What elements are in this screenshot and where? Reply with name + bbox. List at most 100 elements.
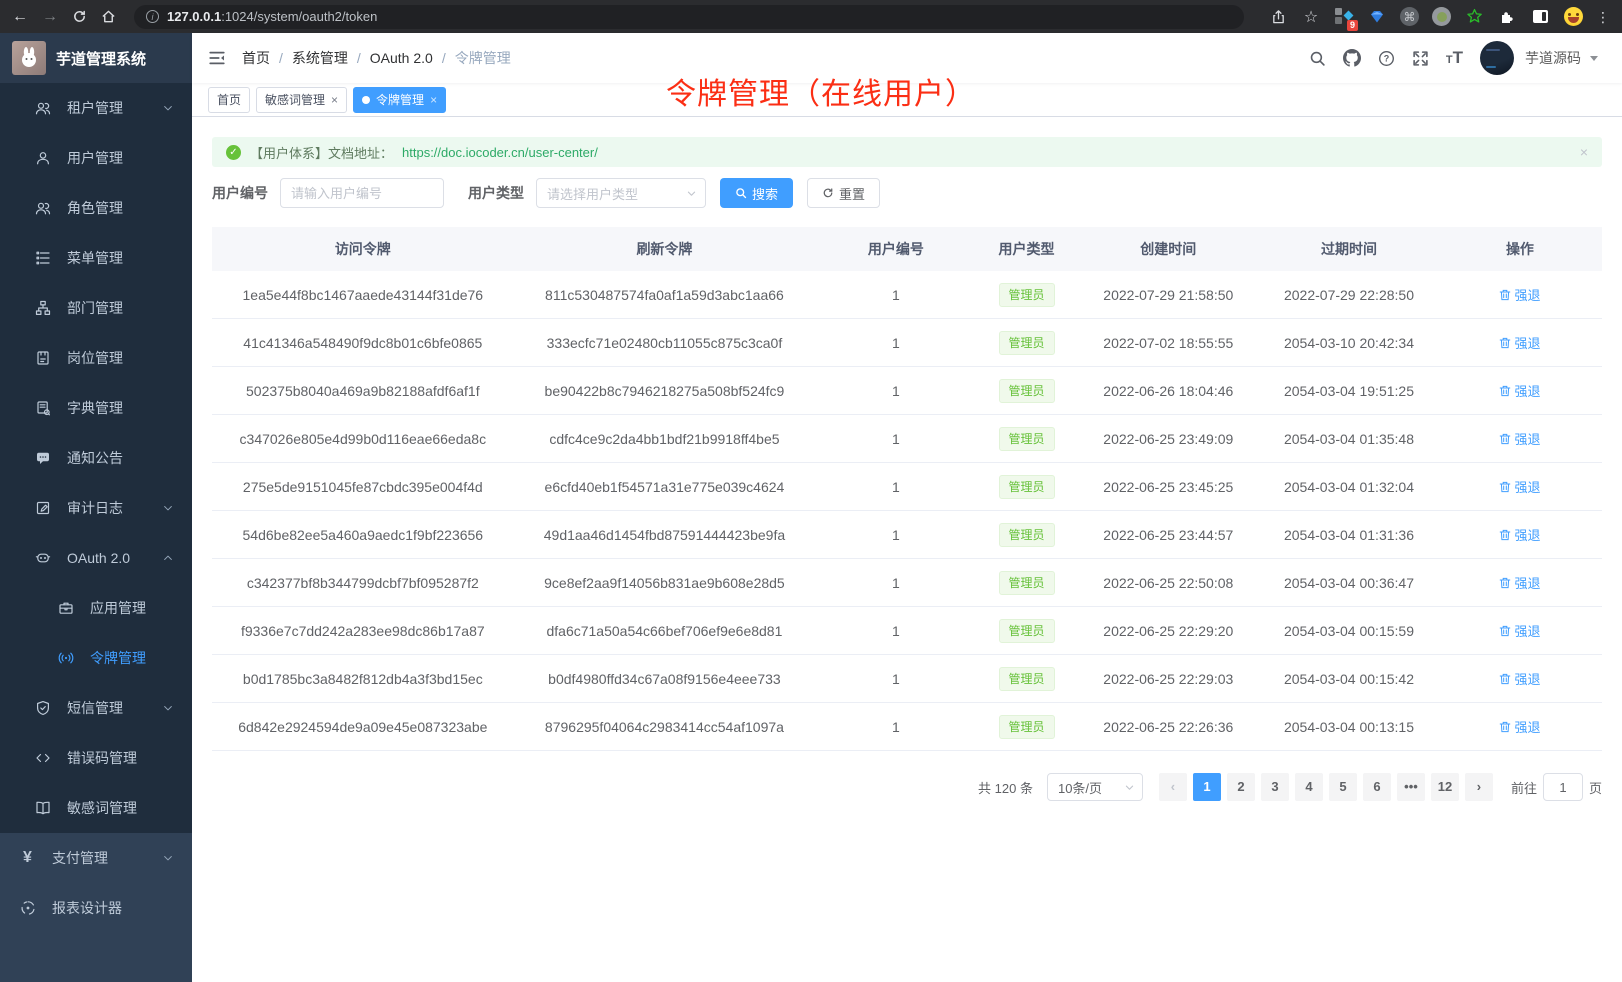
site-info-icon[interactable]: i bbox=[146, 10, 159, 23]
user-menu-caret-icon[interactable] bbox=[1590, 56, 1598, 61]
bookmark-star-icon[interactable]: ☆ bbox=[1301, 7, 1321, 27]
reset-button[interactable]: 重置 bbox=[807, 178, 880, 208]
sidebar-item-dept[interactable]: 部门管理 bbox=[0, 283, 192, 333]
force-logout-button[interactable]: 强退 bbox=[1499, 285, 1540, 304]
user-id-cell: 1 bbox=[815, 431, 976, 447]
annotation-title: 令牌管理（在线用户） bbox=[666, 69, 976, 113]
sidebar-item-oauth2[interactable]: OAuth 2.0 bbox=[0, 533, 192, 583]
page-button-5[interactable]: 5 bbox=[1329, 773, 1357, 801]
trash-icon bbox=[1499, 385, 1511, 397]
robot-icon bbox=[34, 550, 51, 567]
sidebar-item-role[interactable]: 角色管理 bbox=[0, 183, 192, 233]
sidebar-collapse-icon[interactable] bbox=[208, 49, 226, 67]
refresh-token-cell: 49d1aa46d1454fbd87591444423be9fa bbox=[514, 527, 816, 543]
doc-link[interactable]: https://doc.iocoder.cn/user-center/ bbox=[402, 145, 598, 160]
tab-令牌管理[interactable]: 令牌管理× bbox=[353, 87, 446, 113]
command-circle-icon[interactable]: ⌘ bbox=[1400, 7, 1419, 26]
green-star-icon[interactable] bbox=[1464, 7, 1484, 27]
more-pages-button[interactable]: ••• bbox=[1397, 773, 1425, 801]
refresh-token-cell: 333ecfc71e02480cb11055c875c3ca0f bbox=[514, 335, 816, 351]
app-logo-bar[interactable]: 芋道管理系统 bbox=[0, 33, 192, 83]
alert-close-icon[interactable]: × bbox=[1580, 144, 1588, 160]
sidebar-item-dict[interactable]: 字典管理 bbox=[0, 383, 192, 433]
force-logout-button[interactable]: 强退 bbox=[1499, 525, 1540, 544]
table-header: 访问令牌刷新令牌用户编号用户类型创建时间过期时间操作 bbox=[212, 227, 1602, 271]
trash-icon bbox=[1499, 529, 1511, 541]
close-icon[interactable]: × bbox=[331, 94, 338, 106]
access-token-cell: 1ea5e44f8bc1467aaede43144f31de76 bbox=[212, 287, 514, 303]
profile-emoji-icon[interactable] bbox=[1563, 7, 1583, 27]
sidebar-item-tenant[interactable]: 租户管理 bbox=[0, 83, 192, 133]
page-button-12[interactable]: 12 bbox=[1431, 773, 1459, 801]
sidebar-item-sms[interactable]: 短信管理 bbox=[0, 683, 192, 733]
sidebar-item-sensitive[interactable]: 敏感词管理 bbox=[0, 783, 192, 833]
sidebar-item-pay[interactable]: ¥支付管理 bbox=[0, 833, 192, 883]
tab-敏感词管理[interactable]: 敏感词管理× bbox=[256, 87, 347, 113]
next-page-button[interactable]: › bbox=[1465, 773, 1493, 801]
user-id-cell: 1 bbox=[815, 623, 976, 639]
goto-page-input[interactable] bbox=[1543, 773, 1583, 801]
sidebar-item-label: 令牌管理 bbox=[90, 648, 146, 668]
column-header: 操作 bbox=[1438, 239, 1602, 259]
back-icon[interactable]: ← bbox=[12, 9, 28, 25]
address-bar[interactable]: i 127.0.0.1:1024/system/oauth2/token bbox=[134, 5, 1244, 29]
side-panel-icon[interactable] bbox=[1530, 7, 1550, 27]
sidebar-item-report[interactable]: 报表设计器 bbox=[0, 883, 192, 933]
prev-page-button[interactable]: ‹ bbox=[1159, 773, 1187, 801]
sidebar-item-notice[interactable]: 通知公告 bbox=[0, 433, 192, 483]
extension-blocks-icon[interactable]: 9 bbox=[1334, 7, 1354, 27]
breadcrumb-item[interactable]: 首页 bbox=[242, 48, 270, 68]
force-logout-button[interactable]: 强退 bbox=[1499, 477, 1540, 496]
force-logout-button[interactable]: 强退 bbox=[1499, 573, 1540, 592]
search-button[interactable]: 搜索 bbox=[720, 178, 793, 208]
record-circle-icon[interactable] bbox=[1432, 7, 1451, 26]
puzzle-icon[interactable] bbox=[1497, 7, 1517, 27]
close-icon[interactable]: × bbox=[430, 94, 437, 106]
page-button-4[interactable]: 4 bbox=[1295, 773, 1323, 801]
page-button-2[interactable]: 2 bbox=[1227, 773, 1255, 801]
token-table: 访问令牌刷新令牌用户编号用户类型创建时间过期时间操作 1ea5e44f8bc14… bbox=[212, 227, 1602, 751]
tab-首页[interactable]: 首页 bbox=[208, 87, 250, 113]
github-icon[interactable] bbox=[1343, 49, 1361, 67]
kebab-menu-icon[interactable]: ⋮ bbox=[1596, 10, 1610, 24]
sidebar-item-oauth2-app[interactable]: 应用管理 bbox=[0, 583, 192, 633]
home-icon[interactable] bbox=[101, 9, 116, 24]
font-size-icon[interactable]: TT bbox=[1446, 48, 1463, 68]
chevron-up-icon bbox=[162, 552, 174, 564]
fullscreen-icon[interactable] bbox=[1412, 50, 1429, 67]
page-button-3[interactable]: 3 bbox=[1261, 773, 1289, 801]
sidebar-item-audit-log[interactable]: 审计日志 bbox=[0, 483, 192, 533]
search-icon[interactable] bbox=[1309, 50, 1326, 67]
user-type-select[interactable]: 请选择用户类型 bbox=[536, 178, 706, 208]
sidebar-item-menu[interactable]: 菜单管理 bbox=[0, 233, 192, 283]
help-icon[interactable]: ? bbox=[1378, 50, 1395, 67]
user-type-label: 用户类型 bbox=[468, 183, 524, 203]
forward-icon[interactable]: → bbox=[42, 9, 58, 25]
breadcrumb-item[interactable]: OAuth 2.0 bbox=[370, 50, 433, 66]
force-logout-button[interactable]: 强退 bbox=[1499, 669, 1540, 688]
page-button-6[interactable]: 6 bbox=[1363, 773, 1391, 801]
username[interactable]: 芋道源码 bbox=[1525, 48, 1581, 68]
sidebar-item-oauth2-token[interactable]: 令牌管理 bbox=[0, 633, 192, 683]
expire-time-cell: 2054-03-04 00:15:42 bbox=[1260, 671, 1438, 687]
share-icon[interactable] bbox=[1268, 7, 1288, 27]
page-button-1[interactable]: 1 bbox=[1193, 773, 1221, 801]
force-logout-button[interactable]: 强退 bbox=[1499, 429, 1540, 448]
force-logout-button[interactable]: 强退 bbox=[1499, 717, 1540, 736]
user-id-input[interactable] bbox=[280, 178, 444, 208]
page-size-select[interactable]: 10条/页 bbox=[1047, 773, 1143, 801]
user-avatar[interactable] bbox=[1480, 41, 1514, 75]
created-time-cell: 2022-07-29 21:58:50 bbox=[1077, 287, 1260, 303]
force-logout-button[interactable]: 强退 bbox=[1499, 381, 1540, 400]
chevron-down-icon bbox=[162, 502, 174, 514]
force-logout-button[interactable]: 强退 bbox=[1499, 333, 1540, 352]
sidebar-item-user[interactable]: 用户管理 bbox=[0, 133, 192, 183]
force-logout-button[interactable]: 强退 bbox=[1499, 621, 1540, 640]
gem-icon[interactable] bbox=[1367, 7, 1387, 27]
breadcrumb-item[interactable]: 系统管理 bbox=[292, 48, 348, 68]
created-time-cell: 2022-07-02 18:55:55 bbox=[1077, 335, 1260, 351]
reload-icon[interactable] bbox=[72, 9, 87, 24]
column-header: 刷新令牌 bbox=[514, 239, 816, 259]
sidebar-item-error-code[interactable]: 错误码管理 bbox=[0, 733, 192, 783]
sidebar-item-post[interactable]: 岗位管理 bbox=[0, 333, 192, 383]
